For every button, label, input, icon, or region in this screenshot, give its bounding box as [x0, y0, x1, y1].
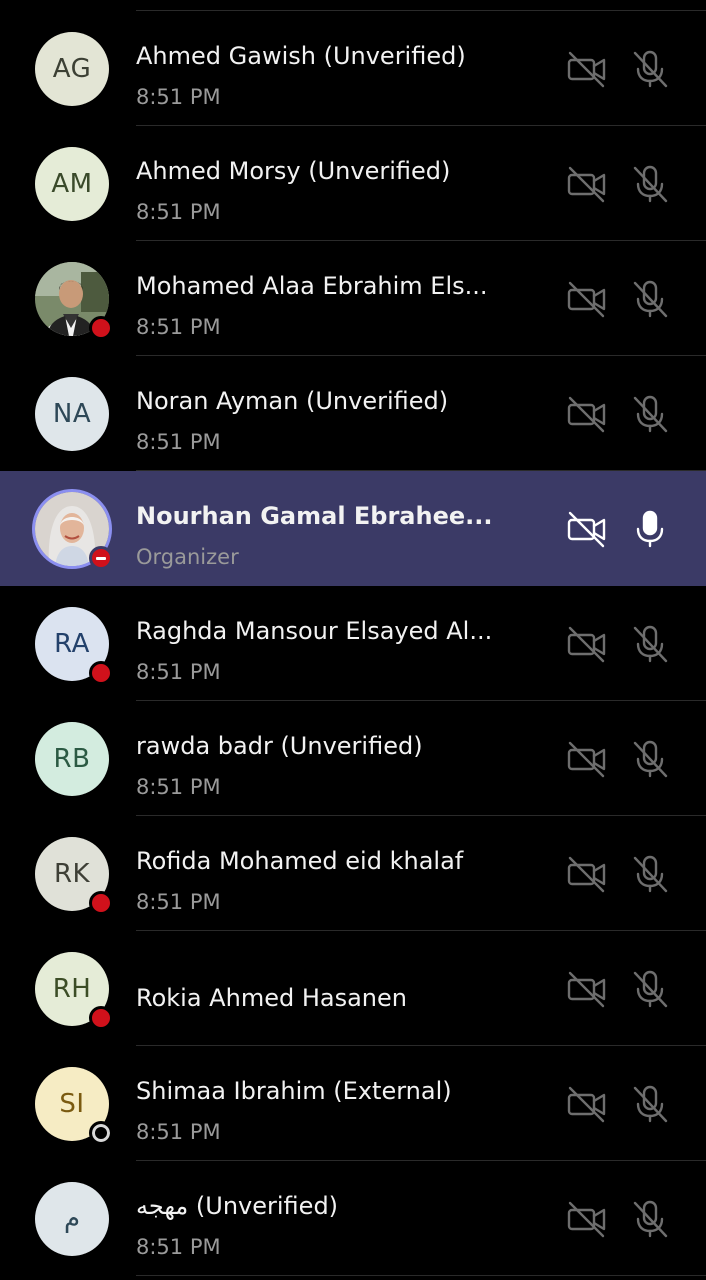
participant-name: Shimaa Ibrahim (External)	[136, 1077, 452, 1105]
participant-row[interactable]: AG Ahmed Gawish (Unverified) 8:51 PM	[0, 11, 706, 126]
video-off-icon[interactable]	[566, 623, 608, 665]
avatar	[35, 262, 113, 340]
avatar-initials: RA	[54, 629, 90, 659]
mic-off-icon[interactable]	[629, 393, 671, 435]
avatar-initials: SI	[59, 1089, 85, 1119]
avatar-initials: RB	[53, 744, 91, 774]
participant-name: Rokia Ahmed Hasanen	[136, 984, 407, 1012]
participant-name: Ahmed Gawish (Unverified)	[136, 42, 466, 70]
participant-row[interactable]: RB rawda badr (Unverified) 8:51 PM	[0, 701, 706, 816]
video-off-icon[interactable]	[566, 968, 608, 1010]
avatar-initials: AG	[52, 54, 92, 84]
participant-name: Mohamed Alaa Ebrahim Els...	[136, 272, 488, 300]
status-busy-badge	[89, 891, 113, 915]
participant-name: Nourhan Gamal Ebrahee...	[136, 502, 493, 530]
mic-icon[interactable]	[629, 508, 671, 550]
participant-time: 8:51 PM	[136, 1120, 221, 1144]
mic-off-icon[interactable]	[629, 48, 671, 90]
participant-name: Rofida Mohamed eid khalaf	[136, 847, 464, 875]
video-off-icon[interactable]	[566, 508, 608, 550]
avatar: AG	[35, 32, 109, 106]
video-off-icon[interactable]	[566, 1083, 608, 1125]
status-offline-badge	[89, 1121, 113, 1145]
avatar	[35, 492, 113, 570]
avatar: RB	[35, 722, 109, 796]
video-off-icon[interactable]	[566, 393, 608, 435]
avatar-initials: م	[63, 1204, 81, 1234]
avatar: SI	[35, 1067, 113, 1145]
participant-time: 8:51 PM	[136, 1235, 221, 1259]
participant-time: 8:51 PM	[136, 315, 221, 339]
mic-off-icon[interactable]	[629, 623, 671, 665]
participant-row[interactable]: م مهجه (Unverified) 8:51 PM	[0, 1161, 706, 1276]
avatar: RK	[35, 837, 113, 915]
participant-name: Raghda Mansour Elsayed Al...	[136, 617, 493, 645]
mic-off-icon[interactable]	[629, 738, 671, 780]
avatar-initials: RH	[52, 974, 92, 1004]
participant-name: مهجه (Unverified)	[136, 1192, 339, 1220]
mic-off-icon[interactable]	[629, 968, 671, 1010]
video-off-icon[interactable]	[566, 853, 608, 895]
participant-role: Organizer	[136, 545, 239, 569]
status-busy-badge	[89, 661, 113, 685]
participant-row[interactable]	[0, 0, 706, 11]
mic-off-icon[interactable]	[629, 853, 671, 895]
video-off-icon[interactable]	[566, 738, 608, 780]
avatar: م	[35, 1182, 109, 1256]
avatar: RH	[35, 952, 113, 1030]
participant-row[interactable]: AM Ahmed Morsy (Unverified) 8:51 PM	[0, 126, 706, 241]
participant-time: 8:51 PM	[136, 775, 221, 799]
status-busy-badge	[89, 1006, 113, 1030]
participant-row[interactable]: RH Rokia Ahmed Hasanen	[0, 931, 706, 1046]
mic-off-icon[interactable]	[629, 278, 671, 320]
participant-row[interactable]: RA Raghda Mansour Elsayed Al... 8:51 PM	[0, 586, 706, 701]
status-busy-badge	[89, 316, 113, 340]
participant-time: 8:51 PM	[136, 200, 221, 224]
participant-row[interactable]: SI Shimaa Ibrahim (External) 8:51 PM	[0, 1046, 706, 1161]
participant-name: Ahmed Morsy (Unverified)	[136, 157, 451, 185]
participant-row[interactable]: RK Rofida Mohamed eid khalaf 8:51 PM	[0, 816, 706, 931]
video-off-icon[interactable]	[566, 163, 608, 205]
video-off-icon[interactable]	[566, 278, 608, 320]
video-off-icon[interactable]	[566, 48, 608, 90]
row-divider	[136, 1275, 706, 1276]
avatar: AM	[35, 147, 109, 221]
participant-row[interactable]: NA Noran Ayman (Unverified) 8:51 PM	[0, 356, 706, 471]
video-off-icon[interactable]	[566, 1198, 608, 1240]
participant-time: 8:51 PM	[136, 430, 221, 454]
mic-off-icon[interactable]	[629, 1198, 671, 1240]
participant-time: 8:51 PM	[136, 890, 221, 914]
participants-list: AG Ahmed Gawish (Unverified) 8:51 PM AM …	[0, 0, 706, 1276]
avatar-initials: AM	[51, 169, 93, 199]
avatar-initials: RK	[53, 859, 91, 889]
participant-time: 8:51 PM	[136, 660, 221, 684]
participant-name: Noran Ayman (Unverified)	[136, 387, 449, 415]
avatar: NA	[35, 377, 109, 451]
avatar: RA	[35, 607, 113, 685]
participant-row-organizer[interactable]: Nourhan Gamal Ebrahee... Organizer	[0, 471, 706, 586]
mic-off-icon[interactable]	[629, 163, 671, 205]
status-dnd-badge	[89, 546, 113, 570]
mic-off-icon[interactable]	[629, 1083, 671, 1125]
avatar-initials: NA	[52, 399, 92, 429]
participant-name: rawda badr (Unverified)	[136, 732, 423, 760]
participant-time: 8:51 PM	[136, 85, 221, 109]
participant-row[interactable]: Mohamed Alaa Ebrahim Els... 8:51 PM	[0, 241, 706, 356]
